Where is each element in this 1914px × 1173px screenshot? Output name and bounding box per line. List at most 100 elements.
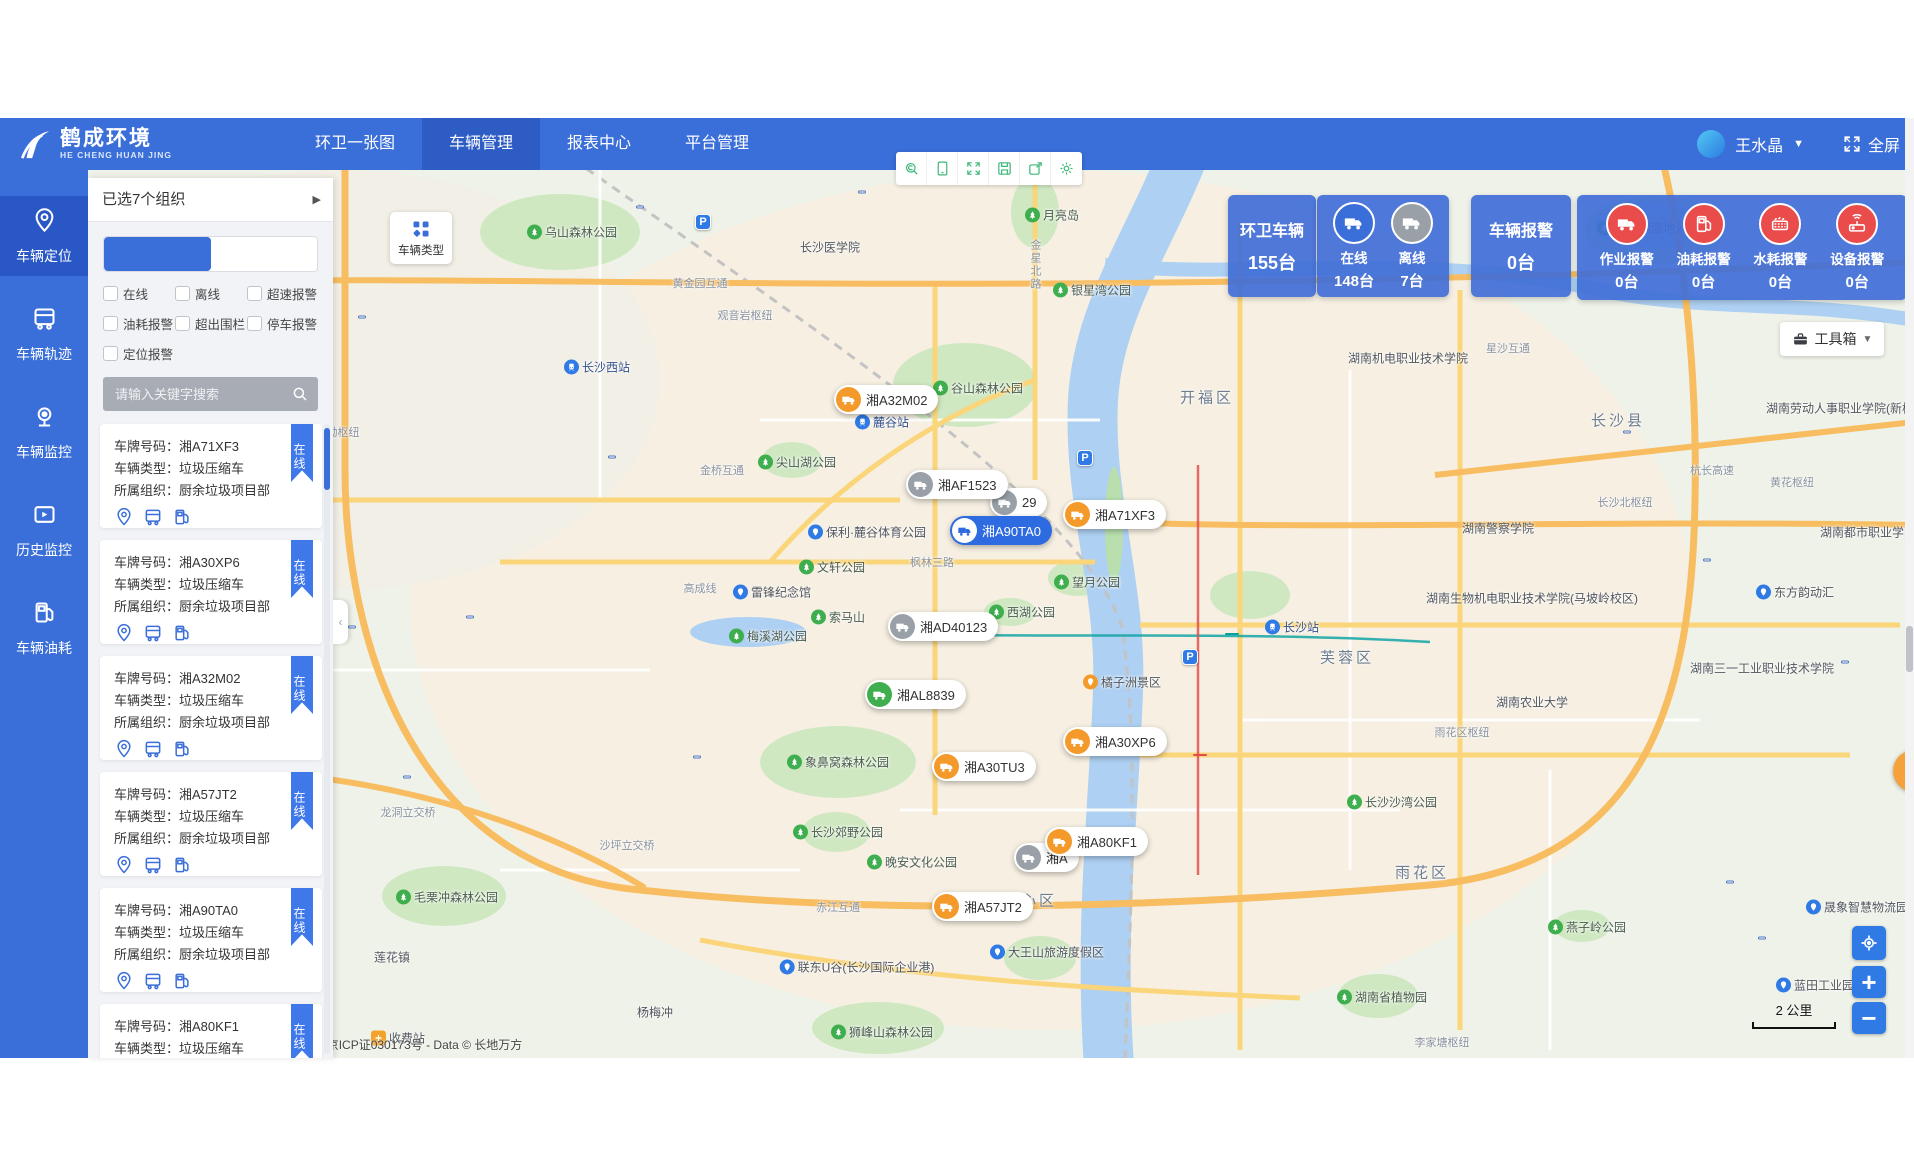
track-vehicle-icon[interactable] — [143, 971, 163, 991]
alarm-icon — [1683, 203, 1725, 245]
vehicle-marker[interactable]: 湘AL8839 — [865, 680, 966, 709]
page-scrollbar[interactable] — [1905, 118, 1914, 1058]
sidebar-item[interactable]: 历史监控 — [0, 490, 88, 570]
checkbox[interactable] — [103, 286, 118, 301]
checkbox[interactable] — [247, 286, 262, 301]
toolbar-share-icon[interactable] — [1020, 152, 1051, 185]
zoom-out-button[interactable]: − — [1852, 1002, 1886, 1034]
checkbox[interactable] — [103, 346, 118, 361]
sidebar-icon — [31, 305, 58, 337]
filter-checkbox[interactable]: 离线 — [175, 284, 247, 303]
track-vehicle-icon[interactable] — [143, 855, 163, 875]
plate-number: 湘A32M02 — [179, 671, 240, 686]
vehicle-marker[interactable]: 湘AF1523 — [906, 470, 1008, 499]
locate-icon — [1859, 933, 1879, 953]
checkbox[interactable] — [103, 316, 118, 331]
vehicle-marker[interactable]: 湘A30XP6 — [1063, 727, 1167, 756]
vehicle-marker[interactable]: 湘A71XF3 — [1063, 500, 1166, 529]
checkbox[interactable] — [175, 316, 190, 331]
mode-tab[interactable] — [104, 237, 211, 271]
nav-item-车辆管理[interactable]: 车辆管理 — [422, 118, 540, 170]
avatar[interactable] — [1697, 130, 1725, 158]
filter-checkbox[interactable]: 油耗报警 — [103, 314, 175, 333]
track-vehicle-icon[interactable] — [143, 739, 163, 759]
mode-tab[interactable] — [211, 237, 318, 271]
chevron-down-icon[interactable]: ▼ — [1793, 138, 1804, 150]
vehicle-card[interactable]: 车牌号码：湘A71XF3 车辆类型：垃圾压缩车 所属组织：厨余垃圾项目部 在线 — [100, 424, 322, 528]
toolbar-save-icon[interactable] — [989, 152, 1020, 185]
vehicle-type-button[interactable]: 车辆类型 — [390, 212, 452, 264]
map-place-label: 月亮岛 — [1025, 207, 1079, 224]
fuel-vehicle-icon[interactable] — [172, 623, 192, 643]
nav-item-平台管理[interactable]: 平台管理 — [658, 118, 776, 170]
panel-collapse-handle[interactable]: ‹ — [333, 600, 348, 644]
toolbar-zoom-icon[interactable] — [896, 152, 927, 185]
locate-vehicle-icon[interactable] — [114, 855, 134, 875]
sidebar-item[interactable]: 车辆油耗 — [0, 588, 88, 668]
vehicle-marker[interactable]: 湘AD40123 — [888, 612, 998, 641]
fuel-vehicle-icon[interactable] — [172, 855, 192, 875]
fuel-vehicle-icon[interactable] — [172, 739, 192, 759]
nav-item-报表中心[interactable]: 报表中心 — [540, 118, 658, 170]
map-place-label: 晟象智慧物流园 — [1806, 899, 1908, 916]
locate-vehicle-icon[interactable] — [114, 971, 134, 991]
org-selector[interactable]: 已选7个组织 ▶ — [88, 178, 333, 222]
map-place-label: 东方韵动汇 — [1756, 584, 1834, 601]
vehicle-marker[interactable]: 湘A57JT2 — [932, 892, 1033, 921]
map-place-label: 长沙北枢纽 — [1598, 494, 1653, 510]
map-place-label: 索马山 — [811, 609, 865, 626]
vehicle-card[interactable]: 车牌号码：湘A30XP6 车辆类型：垃圾压缩车 所属组织：厨余垃圾项目部 在线 — [100, 540, 322, 644]
filter-checkbox[interactable]: 停车报警 — [247, 314, 318, 333]
vehicle-marker[interactable]: 湘A90TA0 — [950, 516, 1052, 545]
truck-icon — [1047, 829, 1072, 854]
locate-vehicle-icon[interactable] — [114, 739, 134, 759]
road-shield — [403, 776, 411, 779]
toolbar-expand-icon[interactable] — [958, 152, 989, 185]
search-input[interactable] — [103, 377, 318, 411]
locate-vehicle-icon[interactable] — [114, 507, 134, 527]
nav-item-环卫一张图[interactable]: 环卫一张图 — [288, 118, 422, 170]
vehicle-card[interactable]: 车牌号码：湘A90TA0 车辆类型：垃圾压缩车 所属组织：厨余垃圾项目部 在线 — [100, 888, 322, 992]
toolbar-tablet-icon[interactable] — [927, 152, 958, 185]
locate-vehicle-icon[interactable] — [114, 623, 134, 643]
plate-number: 湘A57JT2 — [179, 787, 237, 802]
truck-icon — [867, 682, 892, 707]
stat-online-offline: 在线 148台 离线 7台 — [1317, 195, 1449, 297]
map-place-label: 麓谷站 — [855, 414, 909, 431]
place-icon — [1025, 208, 1040, 223]
filter-checkbox[interactable]: 定位报警 — [103, 344, 175, 363]
toolbar-gear-icon[interactable] — [1051, 152, 1082, 185]
vehicle-marker[interactable]: 湘A80KF1 — [1045, 827, 1148, 856]
track-vehicle-icon[interactable] — [143, 507, 163, 527]
filter-checkbox[interactable]: 超出围栏 — [175, 314, 247, 333]
checkbox[interactable] — [175, 286, 190, 301]
vehicle-card[interactable]: 车牌号码：湘A80KF1 车辆类型：垃圾压缩车 所属组织：厨余垃圾项目部 在线 — [100, 1004, 322, 1058]
map-place-label: 湖南机电职业技术学院 — [1348, 350, 1468, 367]
locate-button[interactable] — [1852, 926, 1886, 960]
checkbox[interactable] — [247, 316, 262, 331]
sidebar-icon — [31, 501, 58, 533]
vehicle-card[interactable]: 车牌号码：湘A32M02 车辆类型：垃圾压缩车 所属组织：厨余垃圾项目部 在线 — [100, 656, 322, 760]
filter-checkbox[interactable]: 超速报警 — [247, 284, 318, 303]
toolbox-button[interactable]: 工具箱 ▼ — [1780, 322, 1884, 356]
fullscreen-button[interactable]: 全屏 — [1842, 132, 1900, 156]
vehicle-marker[interactable]: 湘A32M02 — [834, 385, 938, 414]
zoom-in-button[interactable]: + — [1852, 966, 1886, 998]
truck-icon — [934, 754, 959, 779]
fuel-vehicle-icon[interactable] — [172, 507, 192, 527]
track-vehicle-icon[interactable] — [143, 623, 163, 643]
brand-subtitle: HE CHENG HUAN JING — [60, 150, 172, 160]
brand: 鹤成环境 HE CHENG HUAN JING — [18, 118, 172, 170]
list-scrollbar[interactable] — [324, 424, 330, 1054]
place-icon — [1806, 900, 1821, 915]
filter-checkbox[interactable]: 在线 — [103, 284, 175, 303]
map-place-label: 星沙互通 — [1486, 340, 1530, 356]
sidebar-item[interactable]: 车辆定位 — [0, 196, 88, 276]
place-icon — [808, 525, 823, 540]
sidebar-item[interactable]: 车辆轨迹 — [0, 294, 88, 374]
fuel-vehicle-icon[interactable] — [172, 971, 192, 991]
sidebar-item[interactable]: 车辆监控 — [0, 392, 88, 472]
user-name[interactable]: 王水晶 — [1735, 132, 1783, 156]
vehicle-card[interactable]: 车牌号码：湘A57JT2 车辆类型：垃圾压缩车 所属组织：厨余垃圾项目部 在线 — [100, 772, 322, 876]
vehicle-marker[interactable]: 湘A30TU3 — [932, 752, 1036, 781]
